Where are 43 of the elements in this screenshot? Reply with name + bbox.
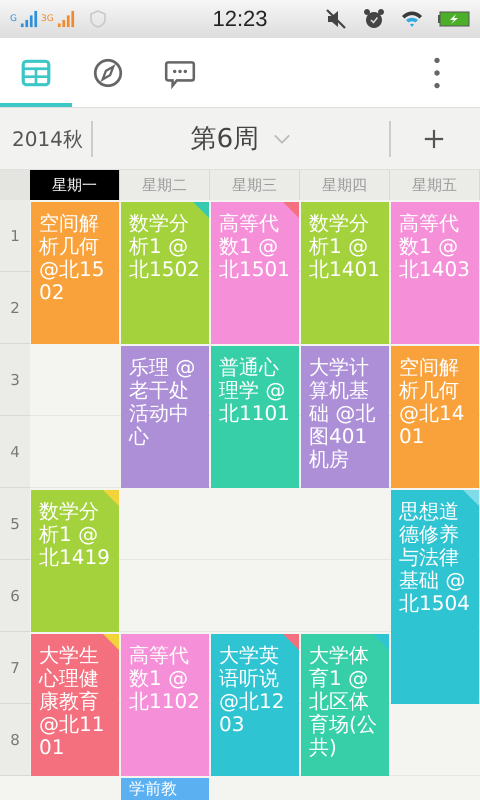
add-icon[interactable] xyxy=(423,128,445,150)
course-block[interactable]: 大学体育1 @北区体育场(公共) xyxy=(301,634,389,776)
period-number: 6 xyxy=(0,560,30,632)
period-number: 3 xyxy=(0,344,30,416)
course-block[interactable]: 高等代数1 @北1102 xyxy=(121,634,209,776)
period-number: 5 xyxy=(0,488,30,560)
term-label[interactable]: 2014秋 xyxy=(0,120,93,156)
course-block[interactable]: 数学分析1 @北1502 xyxy=(121,202,209,344)
course-block[interactable]: 乐理 @老干处活动中心 xyxy=(121,346,209,488)
period-number: 4 xyxy=(0,416,30,488)
more-options-icon[interactable] xyxy=(432,54,442,90)
course-block[interactable]: 普通心理学 @北1101 xyxy=(211,346,299,488)
course-block[interactable]: 大学生心理健康教育@北1101 xyxy=(31,634,119,776)
week-selector[interactable]: 第6周 xyxy=(92,120,391,156)
network-label: G xyxy=(10,14,17,24)
course-block[interactable]: 学前教 xyxy=(121,778,209,800)
day-header[interactable]: 星期四 xyxy=(300,170,390,200)
signal-icon xyxy=(56,10,75,28)
battery-icon xyxy=(438,10,470,28)
day-header[interactable]: 星期三 xyxy=(210,170,300,200)
course-block[interactable]: 空间解析几何@北1502 xyxy=(31,202,119,344)
course-block[interactable]: 数学分析1 @北1419 xyxy=(31,490,119,632)
network-label: 3G xyxy=(40,14,54,24)
period-number: 8 xyxy=(0,704,30,776)
clock-time: 12:23 xyxy=(212,6,268,32)
period-number: 2 xyxy=(0,272,30,344)
day-header[interactable]: 星期五 xyxy=(390,170,480,200)
mute-icon xyxy=(324,7,348,31)
signal-icon xyxy=(20,10,38,28)
day-header[interactable]: 星期一 xyxy=(30,170,120,200)
period-number: 1 xyxy=(0,200,30,272)
course-block[interactable]: 思想道德修养与法律基础 @北1504 xyxy=(391,490,479,704)
course-block[interactable]: 空间解析几何@北1401 xyxy=(391,346,479,488)
course-block[interactable]: 高等代数1 @北1501 xyxy=(211,202,299,344)
course-block[interactable]: 数学分析1 @北1401 xyxy=(301,202,389,344)
shield-icon xyxy=(88,9,108,29)
course-block[interactable]: 大学计算机基础 @北图401机房 xyxy=(301,346,389,488)
day-header[interactable]: 星期二 xyxy=(120,170,210,200)
course-block[interactable]: 高等代数1 @北1403 xyxy=(391,202,479,344)
alarm-icon xyxy=(362,7,386,31)
period-number: 7 xyxy=(0,632,30,704)
chevron-down-icon xyxy=(273,132,292,144)
course-block[interactable]: 大学英语听说@北1203 xyxy=(211,634,299,776)
